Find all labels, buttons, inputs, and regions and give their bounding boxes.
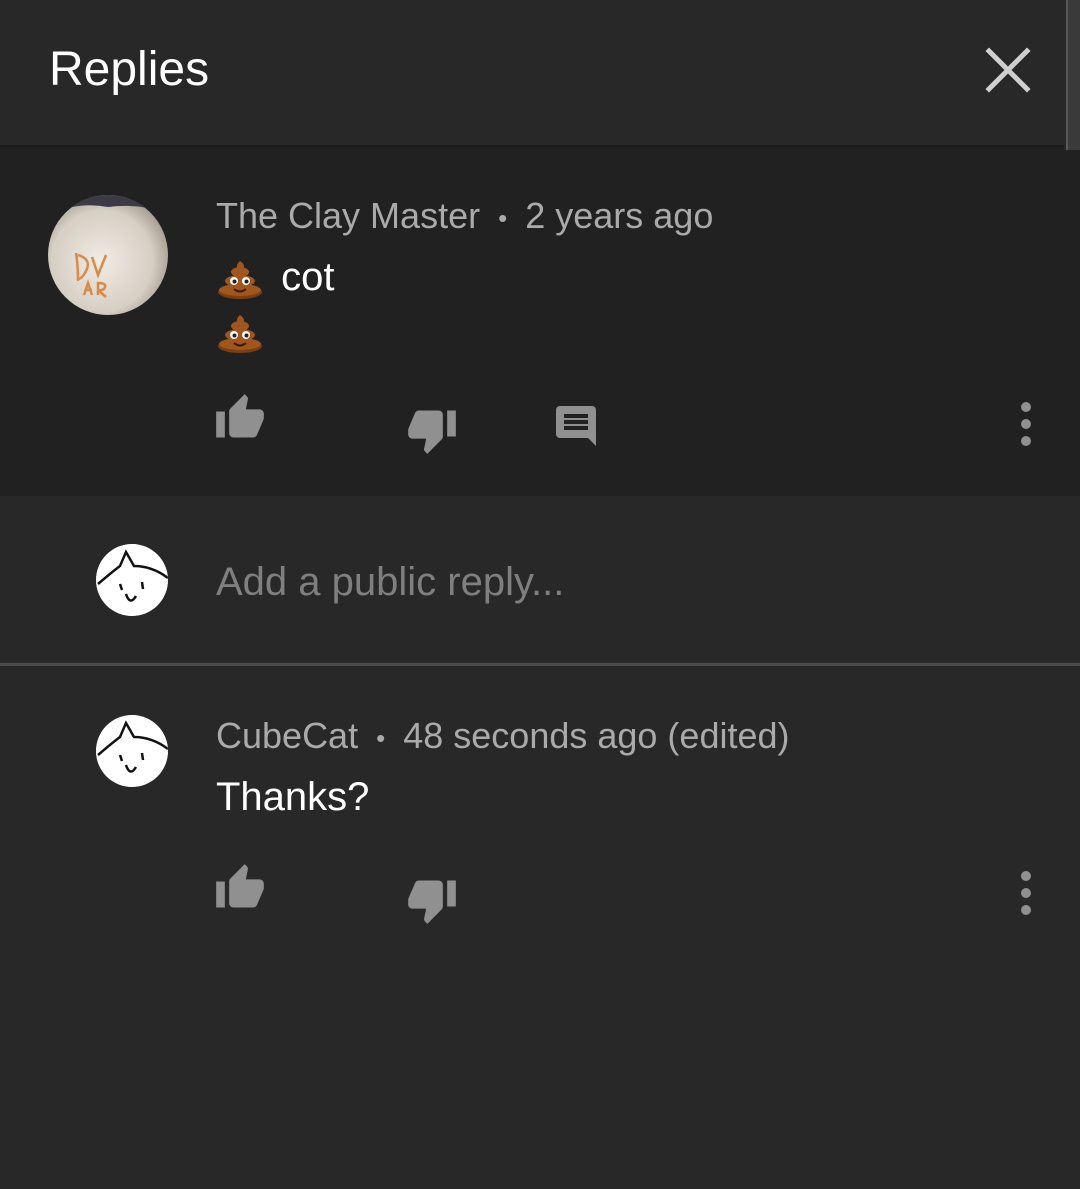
poop-emoji-icon [218, 315, 262, 354]
replies-header: Replies [0, 0, 1064, 147]
comment-time: 48 seconds ago (edited) [403, 715, 790, 756]
reply-input[interactable]: Add a public reply... [216, 554, 1016, 610]
comment-author[interactable]: The Clay Master [216, 195, 480, 236]
avatar[interactable] [48, 195, 168, 315]
more-options-button[interactable] [1002, 869, 1050, 917]
close-button[interactable] [976, 38, 1040, 102]
comment-time: 2 years ago [525, 195, 714, 236]
dislike-button[interactable] [406, 874, 458, 926]
like-icon [216, 864, 264, 908]
cubecat-avatar-image [96, 715, 168, 787]
parent-comment: The Clay Master • 2 years ago cot [0, 150, 1080, 496]
more-icon [1021, 871, 1031, 915]
clay-avatar-image [48, 195, 168, 315]
dislike-icon [408, 880, 456, 924]
like-icon [216, 394, 264, 438]
comment-text: Thanks? [216, 775, 370, 819]
meta-separator: • [376, 723, 386, 754]
like-button[interactable] [214, 392, 266, 444]
scrollbar[interactable] [1066, 0, 1080, 163]
cubecat-avatar-image [96, 544, 168, 616]
reply-comment: CubeCat • 48 seconds ago (edited) Thanks… [0, 666, 1080, 1189]
dislike-button[interactable] [406, 404, 458, 456]
avatar [96, 544, 168, 616]
poop-emoji-icon [218, 261, 262, 300]
comment-text-line: cot [281, 255, 335, 299]
comment-text: cot [216, 252, 334, 302]
dislike-icon [408, 410, 456, 454]
page-title: Replies [49, 43, 210, 96]
more-options-button[interactable] [1002, 400, 1050, 448]
comment-text-line-2 [216, 306, 264, 356]
like-button[interactable] [214, 862, 266, 914]
comment-meta: CubeCat • 48 seconds ago (edited) [216, 714, 790, 760]
close-icon [985, 47, 1031, 93]
more-icon [1021, 402, 1031, 446]
comment-author[interactable]: CubeCat [216, 715, 358, 756]
comment-meta: The Clay Master • 2 years ago [216, 194, 713, 240]
reply-button[interactable] [552, 402, 600, 450]
replies-panel: Replies The Clay Master • 2 years ago co… [0, 0, 1080, 1189]
avatar[interactable] [96, 715, 168, 787]
reply-icon [556, 406, 596, 446]
meta-separator: • [498, 203, 508, 234]
reply-input-row: Add a public reply... [0, 496, 1080, 664]
